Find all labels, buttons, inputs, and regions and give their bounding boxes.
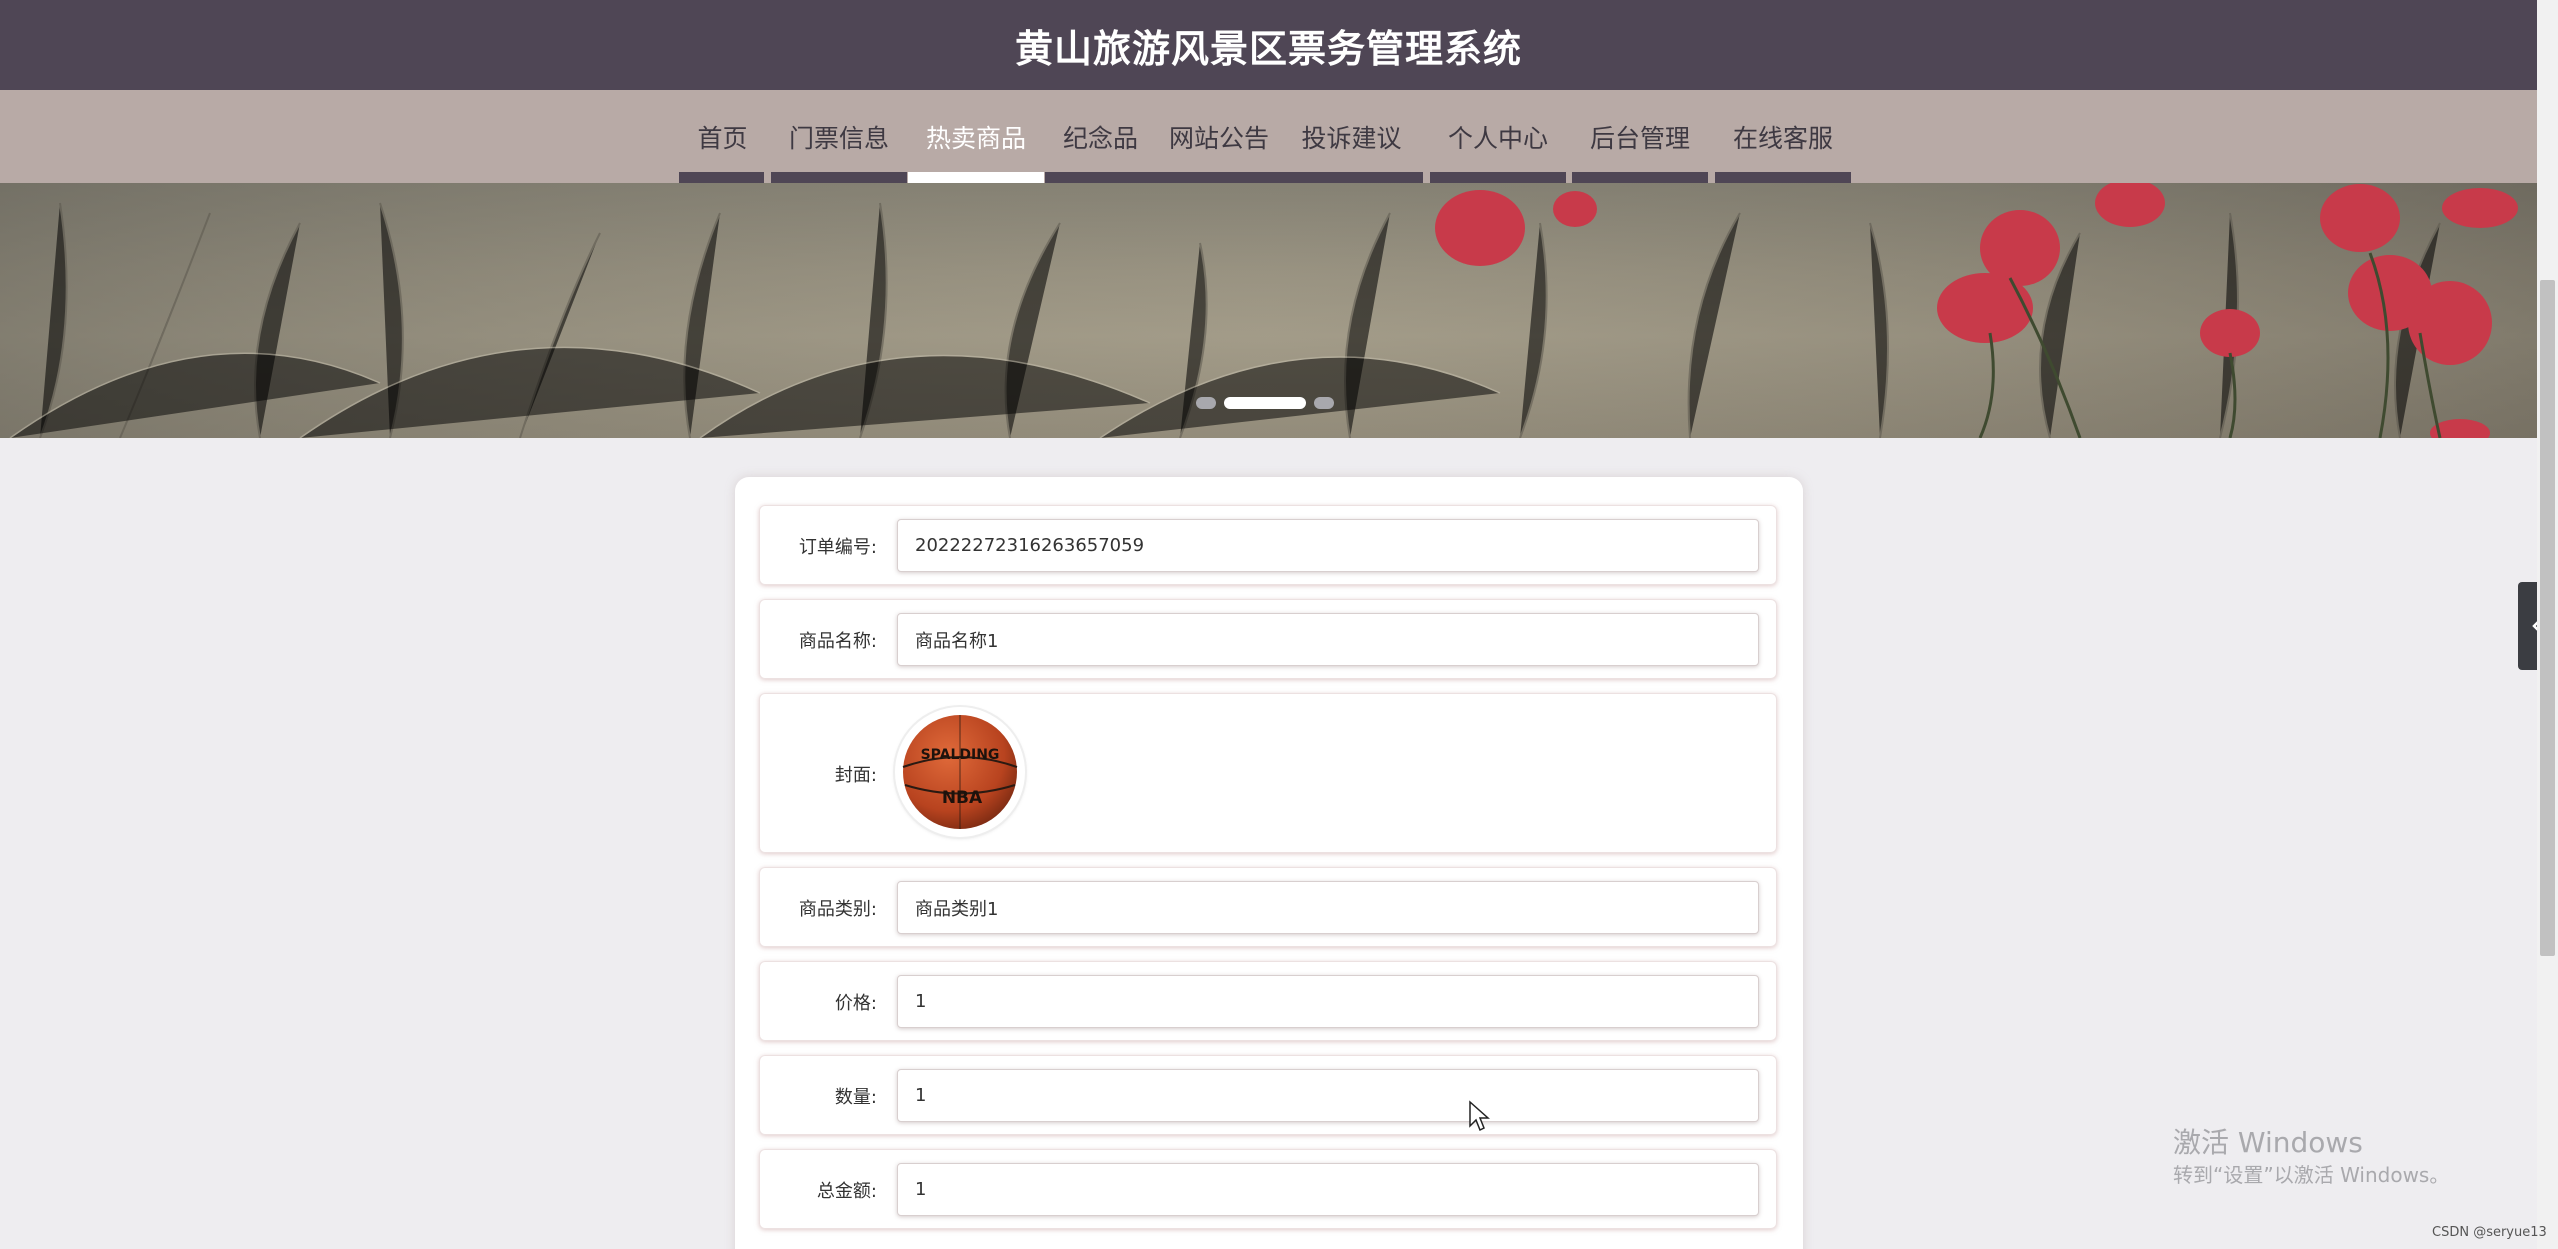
nav-underline [1429, 172, 1566, 183]
nav-underline-active [907, 172, 1044, 183]
mouse-cursor-icon [1469, 1100, 1490, 1132]
nav-underline [1714, 172, 1851, 183]
form-row-cover: 封面: SPALDING NBA [759, 693, 1777, 853]
carousel-dot-active[interactable] [1224, 397, 1306, 409]
form-row-total: 总金额: 1 [759, 1149, 1777, 1229]
nav-item-label: 投诉建议 [1301, 123, 1402, 153]
quantity-label: 数量: [834, 1087, 877, 1108]
nav-item-complaints[interactable]: 投诉建议 [1282, 90, 1422, 183]
windows-activation-subtitle: 转到“设置”以激活 Windows。 [2173, 1163, 2450, 1187]
nav-item-profile[interactable]: 个人中心 [1430, 90, 1567, 183]
order-no-label: 订单编号: [798, 537, 877, 558]
carousel-dot[interactable] [1196, 397, 1216, 409]
nav-item-label: 门票信息 [788, 123, 889, 153]
form-row-order-no: 订单编号: 20222272316263657059 [759, 505, 1777, 585]
order-no-field[interactable]: 20222272316263657059 [897, 519, 1759, 572]
total-field[interactable]: 1 [897, 1163, 1759, 1216]
carousel-indicators [1196, 396, 1334, 410]
main-nav: 首页 门票信息 热卖商品 纪念品 网站公告 投诉建议 个人中心 后台管理 在线客… [0, 90, 2537, 183]
form-row-quantity: 数量: 1 [759, 1055, 1777, 1135]
nav-item-label: 纪念品 [1062, 123, 1138, 153]
windows-activation-title: 激活 Windows [2173, 1126, 2363, 1159]
form-row-price: 价格: 1 [759, 961, 1777, 1041]
nav-underline [1044, 172, 1423, 183]
product-name-label: 商品名称: [798, 631, 877, 652]
site-header: 黄山旅游风景区票务管理系统 [0, 0, 2537, 90]
form-row-product-name: 商品名称: 商品名称1 [759, 599, 1777, 679]
nav-item-hot-products[interactable]: 热卖商品 [908, 90, 1045, 183]
nav-underline [678, 172, 764, 183]
quantity-field[interactable]: 1 [897, 1069, 1759, 1122]
nav-underline [1571, 172, 1708, 183]
form-row-category: 商品类别: 商品类别1 [759, 867, 1777, 947]
total-label: 总金额: [816, 1181, 877, 1202]
ball-brand-text: SPALDING [921, 747, 1000, 763]
site-title: 黄山旅游风景区票务管理系统 [1014, 26, 1522, 71]
nav-item-home[interactable]: 首页 [679, 90, 767, 183]
nav-item-tickets[interactable]: 门票信息 [771, 90, 908, 183]
category-field[interactable]: 商品类别1 [897, 881, 1759, 934]
cover-label: 封面: [834, 765, 877, 786]
nav-item-announcements[interactable]: 网站公告 [1157, 90, 1282, 183]
nav-underline [770, 172, 907, 183]
category-label: 商品类别: [798, 899, 877, 920]
nav-item-souvenirs[interactable]: 纪念品 [1045, 90, 1157, 183]
nav-item-label: 首页 [697, 123, 748, 153]
price-label: 价格: [834, 993, 877, 1014]
cover-image: SPALDING NBA [895, 707, 1025, 837]
scrollbar-thumb[interactable] [2540, 280, 2555, 956]
nav-item-label: 在线客服 [1732, 123, 1833, 153]
nav-list: 首页 门票信息 热卖商品 纪念品 网站公告 投诉建议 个人中心 后台管理 在线客… [678, 90, 1859, 183]
nav-item-online-service[interactable]: 在线客服 [1715, 90, 1852, 183]
price-field[interactable]: 1 [897, 975, 1759, 1028]
page-scrollbar[interactable] [2537, 0, 2558, 1249]
ball-league-text: NBA [942, 788, 983, 808]
basketball-icon: SPALDING NBA [902, 715, 1018, 829]
credit-text: CSDN @seryue13 [2432, 1225, 2547, 1240]
nav-item-label: 个人中心 [1447, 123, 1548, 153]
carousel-dot[interactable] [1314, 397, 1334, 409]
nav-item-label: 热卖商品 [925, 123, 1026, 153]
nav-item-label: 后台管理 [1589, 123, 1690, 153]
page: 黄山旅游风景区票务管理系统 首页 门票信息 热卖商品 纪念品 网站公告 投诉建议… [0, 0, 2558, 1249]
nav-item-label: 网站公告 [1168, 123, 1269, 153]
product-name-field[interactable]: 商品名称1 [897, 613, 1759, 666]
order-detail-card: 订单编号: 20222272316263657059 商品名称: 商品名称1 封… [735, 477, 1803, 1249]
nav-item-admin[interactable]: 后台管理 [1572, 90, 1709, 183]
